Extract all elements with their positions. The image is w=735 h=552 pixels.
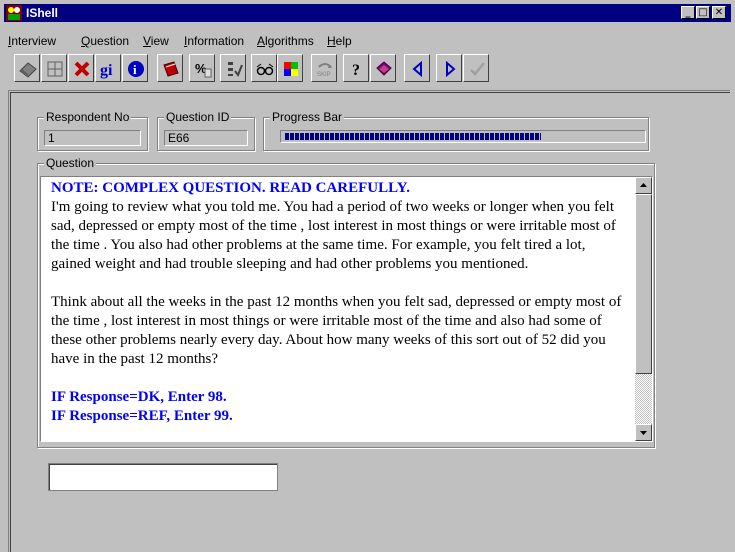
percent-button[interactable]: %: [189, 54, 215, 82]
menu-question[interactable]: Question: [81, 34, 129, 48]
menu-question-mnemonic: Q: [81, 34, 91, 48]
color-grid-button[interactable]: [277, 54, 303, 82]
previous-arrow-icon: [412, 60, 422, 78]
respondent-no-field[interactable]: 1: [44, 130, 141, 146]
question-id-group: Question ID E66: [157, 110, 255, 151]
question-scrollbar[interactable]: [635, 177, 652, 441]
app-icon: [6, 5, 22, 21]
menu-help-mnemonic: H: [327, 34, 336, 48]
info-icon: i: [128, 61, 144, 77]
menu-view[interactable]: View: [143, 34, 169, 48]
eraser-icon: [19, 62, 37, 78]
menu-help[interactable]: Help: [327, 34, 352, 48]
menu-help-label: elp: [335, 34, 352, 48]
menu-question-label: uestion: [90, 34, 130, 48]
next-button[interactable]: [436, 54, 462, 82]
accept-button[interactable]: [463, 54, 489, 82]
checklist-icon: [228, 62, 243, 78]
instruction-dk: IF Response=DK, Enter 98.: [51, 389, 227, 405]
progress-fill: [285, 133, 541, 140]
respondent-group: Respondent No 1: [37, 110, 148, 151]
ishell-window: IShell _ □ ✕ Interview Question View Inf…: [0, 0, 735, 552]
menu-interview-label: nterview: [11, 34, 57, 48]
gi-icon: gi: [100, 62, 113, 79]
scroll-up-arrow-icon: [640, 183, 647, 187]
answer-input[interactable]: [48, 463, 278, 491]
cancel-button[interactable]: [68, 54, 94, 82]
close-button[interactable]: ✕: [712, 6, 726, 19]
purple-book-icon: [376, 61, 392, 76]
menu-algorithms-mnemonic: A: [257, 34, 266, 48]
question-paragraph-1: I'm going to review what you told me. Yo…: [51, 199, 616, 272]
question-group-label: Question: [44, 156, 97, 170]
question-paragraph-2: Think about all the weeks in the past 12…: [51, 294, 622, 367]
purple-book-button[interactable]: [370, 54, 396, 82]
next-arrow-icon: [446, 60, 456, 78]
scroll-thumb[interactable]: [635, 194, 652, 374]
scroll-up-button[interactable]: [635, 177, 652, 194]
question-note: NOTE: COMPLEX QUESTION. READ CAREFULLY.: [51, 180, 410, 196]
scroll-track[interactable]: [635, 374, 652, 426]
gi-icon-text: gi: [100, 62, 113, 79]
menu-view-mnemonic: V: [143, 34, 151, 48]
menu-information-label: nformation: [187, 34, 245, 48]
menu-information[interactable]: Information: [184, 34, 244, 48]
percent-icon: %: [195, 61, 212, 78]
menu-interview[interactable]: Interview: [8, 34, 56, 48]
question-id-field[interactable]: E66: [164, 130, 248, 146]
instruction-ref: IF Response=REF, Enter 99.: [51, 408, 233, 424]
red-book-button[interactable]: [157, 54, 183, 82]
skip-icon-text: SKIP: [317, 72, 331, 78]
question-id-label: Question ID: [164, 110, 232, 124]
previous-button[interactable]: [404, 54, 430, 82]
grid-book-icon: [47, 61, 63, 77]
question-content: NOTE: COMPLEX QUESTION. READ CAREFULLY. …: [51, 179, 626, 426]
checklist-button[interactable]: [220, 54, 246, 82]
gi-button[interactable]: gi: [95, 54, 121, 82]
eraser-button[interactable]: [14, 54, 40, 82]
glasses-button[interactable]: [251, 54, 277, 82]
help-icon-text: ?: [352, 62, 360, 79]
skip-button[interactable]: SKIP: [311, 54, 337, 82]
red-x-icon: [74, 61, 90, 77]
minimize-button[interactable]: _: [681, 6, 695, 19]
glasses-icon: [256, 63, 274, 76]
color-grid-icon: [284, 62, 298, 76]
info-button[interactable]: i: [122, 54, 148, 82]
title-bar[interactable]: IShell _ □ ✕: [4, 4, 731, 22]
menu-algorithms[interactable]: Algorithms: [257, 34, 314, 48]
red-book-icon: [163, 61, 179, 77]
menu-algorithms-label: lgorithms: [265, 34, 314, 48]
scroll-down-arrow-icon: [640, 431, 647, 435]
skip-icon: SKIP: [317, 63, 332, 78]
check-icon: [470, 62, 485, 76]
window-title: IShell: [26, 6, 59, 20]
menu-view-label: iew: [150, 34, 169, 48]
help-question-icon: ?: [352, 62, 360, 79]
progress-group: Progress Bar: [263, 110, 649, 151]
question-text-area[interactable]: NOTE: COMPLEX QUESTION. READ CAREFULLY. …: [40, 176, 653, 442]
progress-bar: [280, 130, 646, 143]
help-button[interactable]: ?: [343, 54, 369, 82]
info-icon-text: i: [133, 62, 137, 77]
scroll-down-button[interactable]: [635, 424, 652, 441]
maximize-button[interactable]: □: [696, 6, 710, 19]
progress-label: Progress Bar: [270, 110, 345, 124]
respondent-label: Respondent No: [44, 110, 132, 124]
book-button[interactable]: [41, 54, 67, 82]
